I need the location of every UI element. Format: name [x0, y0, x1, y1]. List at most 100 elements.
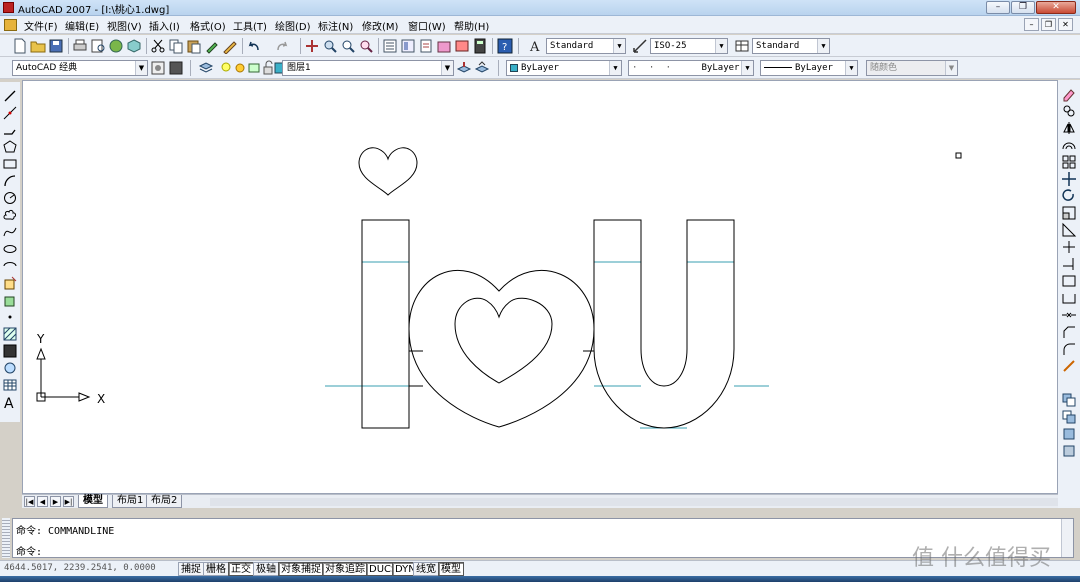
draw-order-above-icon[interactable] [1061, 426, 1077, 442]
ellipse-icon[interactable] [2, 241, 18, 257]
large-heart-inner[interactable] [454, 297, 553, 384]
color-control-dropdown[interactable]: ByLayer ▼ [506, 60, 622, 76]
snap-toggle[interactable]: 捕捉 [178, 562, 204, 576]
paste-icon[interactable] [186, 38, 202, 54]
workspace-dropdown[interactable]: AutoCAD 经典 ▼ [12, 60, 148, 76]
my-workspace-icon[interactable] [168, 60, 184, 76]
autocad-app-icon[interactable] [3, 2, 14, 13]
last-tab-button[interactable]: ▶| [63, 496, 74, 507]
small-heart-shape[interactable] [358, 147, 418, 196]
command-window[interactable]: 命令: COMMANDLINE 命令: [12, 518, 1074, 558]
chamfer-icon[interactable] [1061, 324, 1077, 340]
ortho-toggle[interactable]: 正交 [228, 562, 254, 576]
trim-icon[interactable] [1061, 239, 1077, 255]
large-heart-outer[interactable] [408, 269, 595, 428]
menu-tools[interactable]: 工具(T) [233, 18, 267, 33]
tab-layout2[interactable]: 布局2 [146, 495, 183, 508]
menu-format[interactable]: 格式(O) [190, 18, 226, 33]
circle-icon[interactable] [2, 190, 18, 206]
drawing-canvas[interactable]: Y X [22, 80, 1058, 494]
match-properties-icon[interactable] [204, 38, 220, 54]
design-center-icon[interactable] [400, 38, 416, 54]
layer-properties-manager-icon[interactable] [198, 60, 214, 76]
help-icon[interactable]: ? [497, 38, 513, 54]
array-icon[interactable] [1061, 154, 1077, 170]
tab-model[interactable]: 模型 [78, 495, 108, 508]
menu-edit[interactable]: 编辑(E) [65, 18, 99, 33]
properties-icon[interactable] [382, 38, 398, 54]
extend-icon[interactable] [1061, 256, 1077, 272]
grid-toggle[interactable]: 栅格 [203, 562, 229, 576]
copy-icon[interactable] [168, 38, 184, 54]
next-tab-button[interactable]: ▶ [50, 496, 61, 507]
layer-dropdown[interactable]: 图层1 ▼ [282, 60, 454, 76]
draw-order-front-icon[interactable] [1061, 392, 1077, 408]
cut-icon[interactable] [150, 38, 166, 54]
restore-button[interactable]: ❐ [1011, 1, 1035, 14]
tool-palettes-icon[interactable] [418, 38, 434, 54]
command-prompt[interactable]: 命令: [16, 543, 42, 558]
coordinate-readout[interactable]: 4644.5017, 2239.2541, 0.0000 [4, 563, 156, 573]
ellipse-arc-icon[interactable] [2, 258, 18, 274]
table-style-dropdown[interactable]: Standard ▼ [752, 38, 830, 54]
publish-icon[interactable] [108, 38, 124, 54]
first-tab-button[interactable]: |◀ [24, 496, 35, 507]
polygon-icon[interactable] [2, 139, 18, 155]
table-icon[interactable] [2, 377, 18, 393]
make-block-icon[interactable] [2, 292, 18, 308]
mdi-close-button[interactable]: ✕ [1058, 18, 1073, 31]
dimension-style-icon[interactable] [632, 38, 648, 54]
move-icon[interactable] [1061, 171, 1077, 187]
polar-toggle[interactable]: 极轴 [253, 562, 279, 576]
markup-set-manager-icon[interactable] [454, 38, 470, 54]
open-folder-icon[interactable] [30, 38, 46, 54]
stretch-icon[interactable] [1061, 222, 1077, 238]
rectangle-icon[interactable] [2, 156, 18, 172]
lineweight-toggle[interactable]: 线宽 [413, 562, 439, 576]
print-icon[interactable] [72, 38, 88, 54]
gradient-icon[interactable] [2, 343, 18, 359]
offset-icon[interactable] [1061, 137, 1077, 153]
erase-icon[interactable] [1061, 86, 1077, 102]
menu-modify[interactable]: 修改(M) [362, 18, 398, 33]
explode-icon[interactable] [1061, 358, 1077, 374]
insert-block-icon[interactable] [2, 275, 18, 291]
point-icon[interactable] [2, 309, 18, 325]
copy-object-icon[interactable] [1061, 103, 1077, 119]
redo-icon[interactable] [274, 38, 290, 54]
polyline-icon[interactable] [2, 122, 18, 138]
menu-view[interactable]: 视图(V) [107, 18, 142, 33]
region-icon[interactable] [2, 360, 18, 376]
command-scrollbar[interactable] [1061, 519, 1073, 557]
3d-dwf-icon[interactable] [126, 38, 142, 54]
line-icon[interactable] [2, 88, 18, 104]
workspace-settings-icon[interactable] [150, 60, 166, 76]
linetype-control-dropdown[interactable]: · · · ByLayer ▼ [628, 60, 754, 76]
multiline-text-icon[interactable]: A [2, 394, 18, 410]
plot-preview-icon[interactable] [90, 38, 106, 54]
letter-u-outline[interactable] [593, 219, 735, 429]
letter-i-stem[interactable] [361, 219, 410, 429]
new-file-icon[interactable] [12, 38, 28, 54]
spline-icon[interactable] [2, 224, 18, 240]
revision-cloud-icon[interactable] [2, 207, 18, 223]
make-object-layer-current-icon[interactable] [456, 60, 472, 76]
block-editor-icon[interactable] [222, 38, 238, 54]
draw-order-back-icon[interactable] [1061, 409, 1077, 425]
join-icon[interactable] [1061, 307, 1077, 323]
tab-layout1[interactable]: 布局1 [112, 495, 149, 508]
layer-previous-icon[interactable] [474, 60, 490, 76]
hatch-icon[interactable] [2, 326, 18, 342]
menu-draw[interactable]: 绘图(D) [275, 18, 311, 33]
menu-help[interactable]: 帮助(H) [454, 18, 489, 33]
lineweight-control-dropdown[interactable]: ByLayer ▼ [760, 60, 858, 76]
command-window-grip[interactable] [2, 518, 10, 558]
dimension-style-dropdown[interactable]: ISO-25 ▼ [650, 38, 728, 54]
text-style-dropdown[interactable]: Standard ▼ [546, 38, 626, 54]
undo-icon[interactable] [246, 38, 262, 54]
table-style-icon[interactable] [734, 38, 750, 54]
otrack-toggle[interactable]: 对象追踪 [322, 562, 368, 576]
menu-insert[interactable]: 插入(I) [149, 18, 180, 33]
arc-icon[interactable] [2, 173, 18, 189]
previous-tab-button[interactable]: ◀ [37, 496, 48, 507]
